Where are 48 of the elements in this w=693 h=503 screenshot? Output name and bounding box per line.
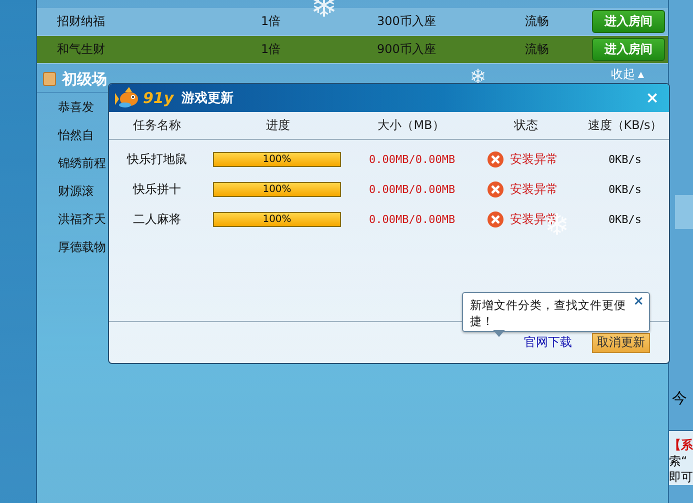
task-size: 0.00MB/0.00MB (368, 212, 456, 226)
fish-logo-icon (115, 87, 141, 109)
room-entry: 300币入座 (377, 13, 437, 30)
column-header: 状态 (514, 117, 538, 134)
task-speed: 0KB/s (608, 152, 642, 166)
brand-logo: 91y (143, 89, 174, 107)
task-name: 二人麻将 (133, 210, 181, 228)
notice-text: 即可 (669, 469, 693, 485)
room-name: 招财纳福 (57, 13, 106, 30)
column-header: 速度（KB/s） (588, 117, 662, 134)
room-entry: 900币入座 (377, 41, 437, 58)
task-status: 安装异常 (510, 150, 558, 168)
section-title: 初级场 (62, 70, 107, 88)
snowflake-icon (470, 68, 486, 84)
notice-tag: 【系 (669, 437, 693, 453)
room-multiplier: 1倍 (261, 41, 282, 58)
task-name: 快乐打地鼠 (127, 150, 187, 168)
task-status: 安装异常 (510, 180, 558, 198)
dialog-title: 游戏更新 (182, 90, 235, 107)
column-header: 大小（MB） (378, 117, 444, 134)
side-box (675, 195, 693, 229)
error-icon (487, 150, 504, 168)
column-header: 任务名称 (133, 117, 181, 134)
download-link[interactable]: 官网下载 (524, 334, 572, 351)
column-header: 进度 (266, 117, 290, 134)
room-status: 流畅 (525, 13, 550, 30)
task-name: 快乐拼十 (133, 180, 181, 198)
tooltip-close-button[interactable]: × (633, 294, 644, 309)
room-name: 和气生财 (57, 41, 106, 58)
room-row[interactable]: 和气生财 1倍 900币入座 流畅 进入房间 (37, 36, 668, 64)
box-icon (43, 72, 56, 86)
task-speed: 0KB/s (608, 182, 642, 196)
task-speed: 0KB/s (608, 212, 642, 226)
task-size: 0.00MB/0.00MB (368, 152, 456, 166)
room-row[interactable]: 招财纳福 1倍 300币入座 流畅 进入房间 (37, 8, 668, 36)
room-status: 流畅 (525, 41, 550, 58)
task-size: 0.00MB/0.00MB (368, 182, 456, 196)
room-multiplier: 1倍 (261, 13, 282, 30)
cancel-update-button[interactable]: 取消更新 (592, 332, 650, 352)
notice-text: 索“ (669, 453, 688, 469)
progress-bar: 100% (213, 182, 341, 196)
error-icon (487, 180, 504, 198)
tooltip-text: 新增文件分类，查找文件更便捷！ (470, 297, 627, 329)
side-heading: 今 (671, 389, 688, 408)
progress-bar: 100% (213, 212, 341, 226)
error-icon (487, 210, 504, 228)
task-status: 安装异常 (510, 210, 558, 228)
progress-bar: 100% (213, 152, 341, 166)
